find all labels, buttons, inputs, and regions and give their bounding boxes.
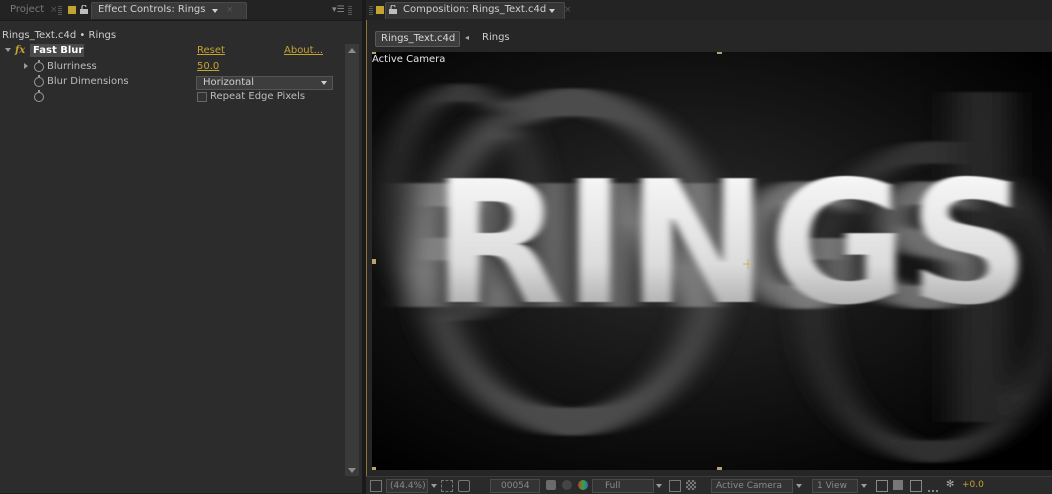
- region-of-interest-icon[interactable]: [669, 480, 681, 492]
- tab-close-icon[interactable]: ×: [564, 0, 572, 20]
- tab-close-icon[interactable]: ×: [50, 0, 58, 20]
- transparency-grid-icon[interactable]: [686, 480, 696, 490]
- resolution-value: Full: [605, 481, 621, 491]
- exposure-icon[interactable]: ✻: [946, 480, 956, 490]
- chevron-down-icon[interactable]: [656, 484, 662, 488]
- tab-project[interactable]: Project: [10, 0, 44, 20]
- chevron-down-icon: [321, 81, 327, 85]
- scroll-down-icon[interactable]: [348, 468, 356, 473]
- property-label: Blurriness: [47, 61, 97, 72]
- panel-grip-icon[interactable]: [369, 5, 373, 15]
- label-color-swatch-icon: [68, 6, 76, 14]
- lock-icon[interactable]: [80, 5, 88, 14]
- repeat-edge-pixels-checkbox[interactable]: [197, 92, 207, 102]
- blurriness-value[interactable]: 50.0: [197, 60, 219, 73]
- safe-zones-icon[interactable]: [441, 480, 453, 492]
- chevron-down-icon[interactable]: [431, 484, 437, 488]
- composition-viewer[interactable]: RINGS RINGS Active Camera: [372, 52, 1052, 470]
- label-color-swatch-icon: [376, 6, 384, 14]
- layer-handle[interactable]: [372, 52, 376, 54]
- property-row-blurriness: Blurriness 50.0: [0, 60, 345, 73]
- flowchart-arrow-icon: ◂: [465, 33, 470, 42]
- mask-visibility-icon[interactable]: [458, 480, 470, 492]
- vertical-scrollbar[interactable]: [345, 44, 359, 476]
- stopwatch-icon[interactable]: [34, 60, 44, 72]
- effect-name[interactable]: Fast Blur: [33, 44, 83, 57]
- chevron-down-icon[interactable]: [796, 484, 802, 488]
- viewer-toolbar: (44.4%) 00054 Full Active Camera 1 View …: [366, 476, 1052, 494]
- layer-handle[interactable]: [372, 467, 376, 470]
- resolution-select[interactable]: Full: [592, 479, 654, 493]
- about-link[interactable]: About...: [284, 44, 323, 57]
- stopwatch-icon[interactable]: [34, 90, 44, 102]
- property-row-repeat-edge-pixels: Repeat Edge Pixels: [0, 90, 345, 103]
- timeline-icon[interactable]: [910, 480, 922, 492]
- pixel-aspect-icon[interactable]: [876, 480, 888, 492]
- timecode-value: 00054: [501, 481, 530, 491]
- tab-composition[interactable]: Composition: Rings_Text.c4d: [403, 0, 546, 20]
- expand-triangle-icon[interactable]: [24, 63, 28, 69]
- render-main-text: RINGS: [432, 145, 1030, 343]
- show-snapshot-icon[interactable]: [562, 480, 572, 490]
- layer-handle[interactable]: [717, 467, 722, 470]
- scroll-up-icon[interactable]: [348, 48, 356, 53]
- view-layout-select[interactable]: 1 View: [812, 479, 858, 493]
- camera-snapshot-icon[interactable]: [546, 480, 556, 490]
- view-layout-value: 1 View: [817, 481, 847, 491]
- composition-navigator-button[interactable]: Rings_Text.c4d: [375, 31, 460, 47]
- tab-effect-controls[interactable]: Effect Controls: Rings: [98, 0, 206, 20]
- camera-view-value: Active Camera: [716, 481, 783, 491]
- layer-handle[interactable]: [717, 52, 722, 54]
- effect-controls-panel: [0, 0, 362, 493]
- flowchart-icon[interactable]: [928, 480, 938, 492]
- select-value: Horizontal: [203, 77, 255, 88]
- panel-grip-icon[interactable]: [348, 5, 352, 15]
- layer-handle[interactable]: [372, 259, 376, 264]
- tab-close-icon[interactable]: ×: [226, 0, 234, 20]
- tab-dropdown-arrow-icon[interactable]: [549, 9, 555, 13]
- checkbox-label: Repeat Edge Pixels: [210, 91, 306, 102]
- fx-icon[interactable]: fx: [15, 44, 25, 57]
- lock-icon[interactable]: [389, 5, 397, 14]
- magnification-value: (44.4%): [390, 481, 426, 491]
- reset-link[interactable]: Reset: [197, 44, 225, 57]
- effect-header-row[interactable]: fx Fast Blur Reset About...: [0, 44, 345, 57]
- channel-icon[interactable]: [578, 480, 588, 490]
- exposure-value[interactable]: +0.0: [962, 478, 984, 492]
- tab-dropdown-arrow-icon[interactable]: [212, 9, 218, 13]
- expand-triangle-icon[interactable]: [5, 48, 11, 52]
- property-label: Blur Dimensions: [47, 76, 129, 87]
- magnification-select[interactable]: (44.4%): [386, 479, 428, 493]
- panel-grip-icon[interactable]: [58, 5, 62, 15]
- panel-menu-icon[interactable]: ▾☰: [332, 0, 345, 20]
- left-panel-tabbar: Project × Effect Controls: Rings × ▾☰: [0, 0, 362, 21]
- effect-controls-breadcrumb: Rings_Text.c4d • Rings: [2, 30, 117, 41]
- fast-previews-icon[interactable]: [893, 480, 903, 490]
- always-preview-icon[interactable]: [370, 480, 382, 492]
- active-camera-label: Active Camera: [372, 54, 446, 65]
- camera-view-select[interactable]: Active Camera: [711, 479, 793, 493]
- render-preview: RINGS RINGS: [372, 52, 1052, 470]
- stopwatch-icon[interactable]: [34, 75, 44, 87]
- composition-name: Rings_Text.c4d: [381, 33, 456, 44]
- blur-dimensions-select[interactable]: Horizontal: [196, 76, 333, 90]
- timecode-field[interactable]: 00054: [490, 479, 540, 493]
- layer-breadcrumb[interactable]: Rings: [482, 31, 510, 45]
- chevron-down-icon[interactable]: [861, 484, 867, 488]
